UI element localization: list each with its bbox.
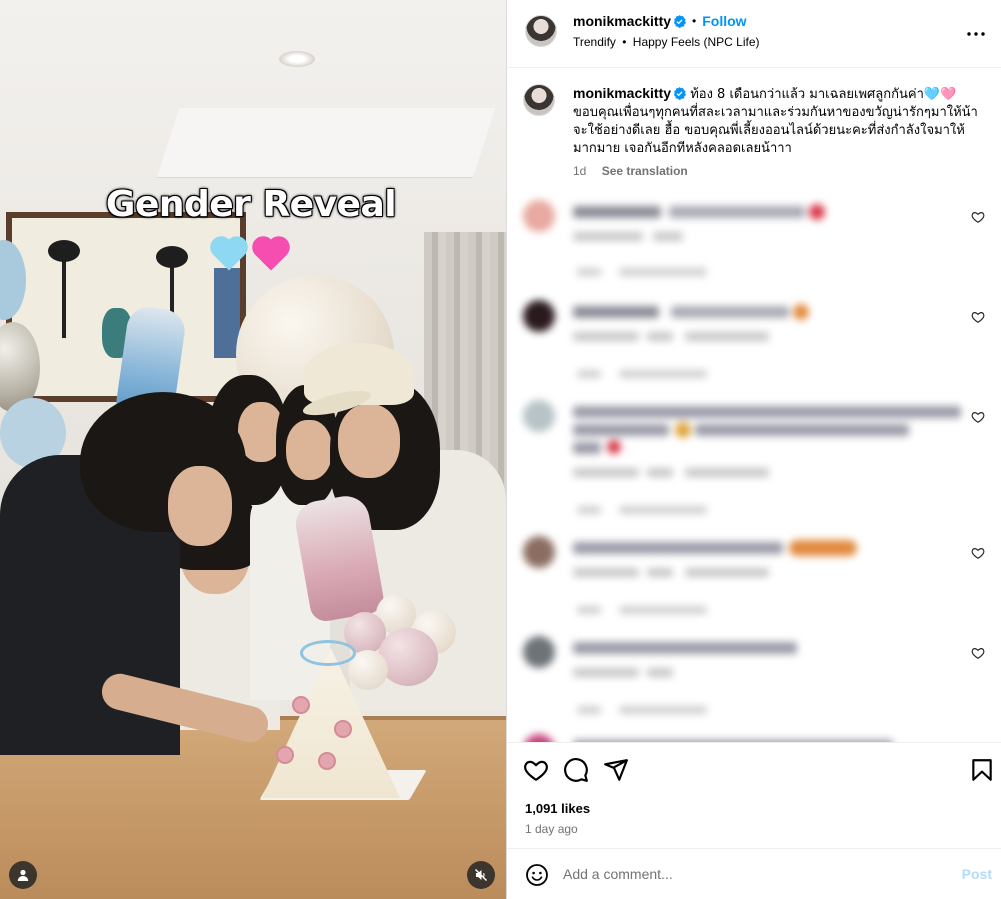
post-actions: 1,091 likes 1 day ago — [507, 742, 1001, 848]
comments-list[interactable] — [507, 186, 1001, 742]
verified-badge-icon — [673, 14, 687, 28]
audio-track[interactable]: Happy Feels (NPC Life) — [633, 35, 760, 49]
caption-username[interactable]: monikmackitty — [573, 85, 671, 101]
comment-like-icon[interactable] — [971, 310, 985, 324]
ceiling-light — [279, 51, 315, 67]
comment-item — [523, 400, 993, 536]
post-header: monikmackitty • Follow Trendify • Happy … — [507, 0, 1001, 68]
comment-like-icon[interactable] — [971, 546, 985, 560]
comment-icon[interactable] — [563, 757, 589, 783]
audio-artist[interactable]: Trendify — [573, 35, 616, 49]
user-tag-icon[interactable] — [9, 861, 37, 889]
share-icon[interactable] — [603, 757, 629, 783]
likes-count[interactable]: 1,091 likes — [525, 801, 590, 816]
comment-item — [523, 734, 993, 742]
author-avatar[interactable] — [525, 15, 557, 47]
comment-like-icon[interactable] — [971, 410, 985, 424]
caption-time[interactable]: 1d — [573, 164, 586, 178]
see-translation-link[interactable]: See translation — [602, 164, 688, 178]
verified-badge-icon — [673, 87, 687, 100]
audio-attribution[interactable]: Trendify • Happy Feels (NPC Life) — [573, 35, 760, 49]
comment-item — [523, 636, 993, 736]
add-comment-bar: Post — [507, 848, 1001, 899]
overlay-title: Gender Reveal — [105, 184, 397, 225]
comment-like-icon[interactable] — [971, 646, 985, 660]
post-comment-button[interactable]: Post — [962, 866, 992, 882]
overlay-hearts — [210, 232, 292, 272]
comment-like-icon[interactable] — [971, 210, 985, 224]
follow-button[interactable]: Follow — [702, 13, 746, 29]
blue-heart-icon — [210, 232, 250, 272]
emoji-icon[interactable] — [525, 863, 549, 887]
muted-audio-icon[interactable] — [467, 861, 495, 889]
comment-item — [523, 536, 993, 636]
post-side-panel: monikmackitty • Follow Trendify • Happy … — [506, 0, 1001, 899]
bookmark-icon[interactable] — [969, 757, 995, 783]
caption-avatar[interactable] — [523, 84, 555, 116]
more-options-icon[interactable] — [964, 22, 988, 46]
heart-icon[interactable] — [523, 757, 549, 783]
post-date[interactable]: 1 day ago — [525, 822, 578, 836]
post-media[interactable]: Gender Reveal — [0, 0, 506, 899]
comment-item — [523, 200, 993, 300]
photo-scene — [0, 0, 506, 899]
pink-heart-icon — [252, 232, 292, 272]
author-username[interactable]: monikmackitty — [573, 13, 671, 29]
add-comment-input[interactable] — [563, 863, 933, 885]
comment-item — [523, 300, 993, 400]
